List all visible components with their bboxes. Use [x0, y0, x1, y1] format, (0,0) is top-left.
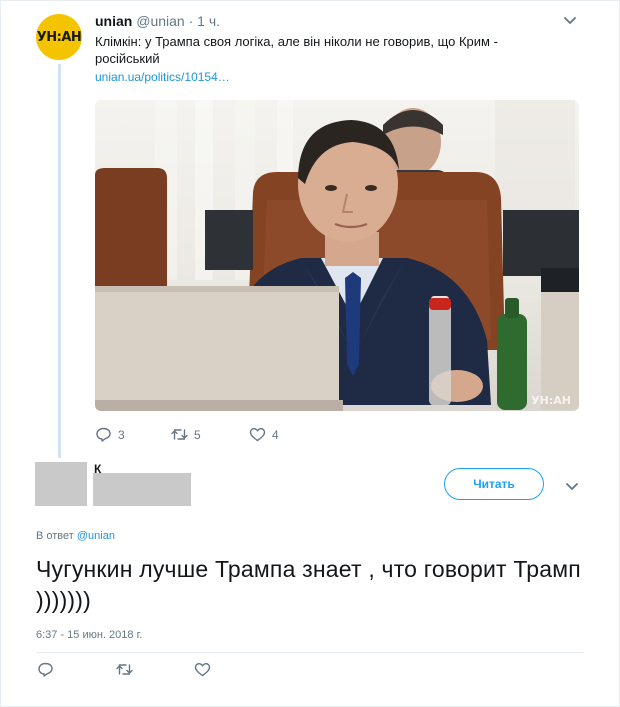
- unian-avatar-logo: УН:АН: [36, 29, 82, 45]
- photo-watermark: УН:АН: [531, 394, 571, 407]
- reply-icon[interactable]: [37, 662, 54, 677]
- tweet1-text: Клімкін: у Трампа своя логіка, але він н…: [95, 34, 498, 66]
- right-laptop: [541, 292, 579, 410]
- like-icon: [249, 428, 266, 442]
- redacted-avatar[interactable]: [35, 462, 87, 506]
- unian-avatar[interactable]: УН:АН: [36, 14, 82, 60]
- chevron-down-icon[interactable]: [565, 482, 579, 492]
- retweet-count: 5: [194, 427, 201, 442]
- like-action[interactable]: 4: [249, 427, 279, 442]
- tweet1-separator: ·: [188, 13, 194, 29]
- tweet2-text: Чугункин лучше Трампа знает , что говори…: [36, 556, 581, 613]
- tweet1-photo[interactable]: УН:АН: [95, 100, 579, 411]
- follow-button[interactable]: Читать: [444, 468, 544, 500]
- redacted-author-name[interactable]: [93, 473, 191, 506]
- tweet1-author-name[interactable]: unian: [95, 13, 132, 29]
- tweet1-time[interactable]: 1 ч.: [197, 13, 220, 29]
- like-count: 4: [272, 427, 279, 442]
- like-icon[interactable]: [194, 662, 211, 677]
- tweet1-author-handle[interactable]: @unian: [136, 13, 184, 29]
- chevron-down-icon[interactable]: [563, 16, 577, 26]
- divider: [36, 652, 584, 653]
- reply-prefix: В ответ: [36, 530, 74, 542]
- laptop: [95, 286, 343, 411]
- left-monitor: [205, 210, 253, 270]
- thread-line: [58, 64, 61, 458]
- reply-count: 3: [118, 427, 125, 442]
- retweet-action[interactable]: 5: [171, 427, 201, 442]
- reply-icon: [96, 427, 111, 442]
- tweet1-header: unian @unian · 1 ч.: [95, 13, 220, 29]
- reply-context: В ответ @unian: [36, 530, 115, 542]
- retweet-icon: [171, 429, 188, 440]
- retweet-icon[interactable]: [116, 662, 133, 677]
- reply-action[interactable]: 3: [95, 427, 125, 442]
- chair-left: [95, 168, 167, 290]
- reply-mention[interactable]: @unian: [77, 530, 115, 542]
- photo-illustration: УН:АН: [95, 100, 579, 411]
- tweet1-link[interactable]: unian.ua/politics/10154…: [95, 70, 230, 84]
- right-monitor: [503, 210, 579, 276]
- tweet2-timestamp[interactable]: 6:37 - 15 июн. 2018 г.: [36, 629, 142, 641]
